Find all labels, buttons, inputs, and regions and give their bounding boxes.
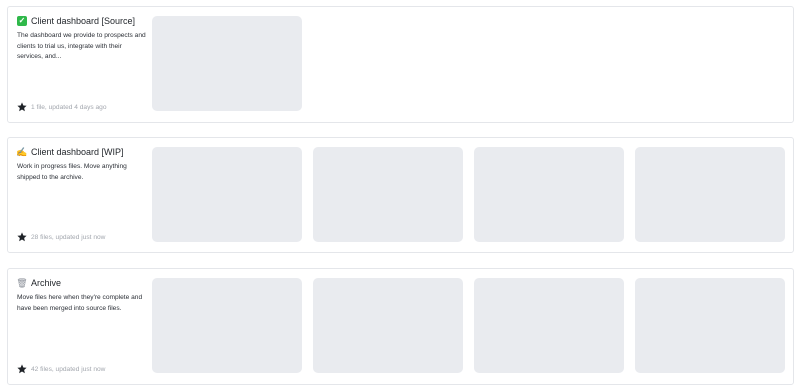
file-thumbnail[interactable] [313, 147, 463, 242]
project-card-archive[interactable]: 🗑 Archive Move files here when they're c… [7, 268, 794, 385]
file-thumbnail[interactable] [152, 16, 302, 111]
file-thumbnail[interactable] [474, 278, 624, 373]
project-info: ✓ Client dashboard [Source] The dashboar… [17, 15, 149, 114]
project-meta: 42 files, updated just now [17, 364, 105, 374]
project-info: ✍ Client dashboard [WIP] Work in progres… [16, 146, 149, 244]
project-title-row[interactable]: 🗑 Archive [16, 277, 149, 289]
star-icon[interactable] [17, 364, 27, 374]
writing-hand-icon: ✍ [16, 146, 28, 157]
project-card-wip[interactable]: ✍ Client dashboard [WIP] Work in progres… [7, 137, 794, 253]
project-description: Work in progress files. Move anything sh… [17, 163, 127, 181]
project-meta-text: 28 files, updated just now [31, 233, 106, 241]
project-meta: 28 files, updated just now [17, 232, 105, 242]
trash-icon: 🗑 [16, 277, 28, 288]
file-thumbnail[interactable] [152, 278, 302, 373]
file-thumbnail[interactable] [152, 147, 302, 242]
file-thumbnail[interactable] [635, 147, 785, 242]
project-title-row[interactable]: ✍ Client dashboard [WIP] [16, 146, 149, 158]
project-card-source[interactable]: ✓ Client dashboard [Source] The dashboar… [7, 6, 794, 123]
project-title[interactable]: Client dashboard [WIP] [31, 147, 124, 157]
check-icon: ✓ [17, 16, 27, 26]
project-description: The dashboard we provide to prospects an… [17, 32, 146, 60]
project-meta-text: 1 file, updated 4 days ago [31, 103, 107, 111]
project-title[interactable]: Archive [31, 278, 61, 288]
project-description: Move files here when they're complete an… [17, 294, 143, 312]
thumbnail-row [152, 147, 785, 242]
thumbnail-row [152, 16, 302, 111]
project-info: 🗑 Archive Move files here when they're c… [16, 277, 149, 376]
project-meta: 1 file, updated 4 days ago [17, 102, 107, 112]
star-icon[interactable] [17, 102, 27, 112]
star-icon[interactable] [17, 232, 27, 242]
thumbnail-row [152, 278, 785, 373]
project-title[interactable]: Client dashboard [Source] [31, 16, 135, 26]
file-thumbnail[interactable] [635, 278, 785, 373]
file-thumbnail[interactable] [313, 278, 463, 373]
project-meta-text: 42 files, updated just now [31, 365, 106, 373]
file-thumbnail[interactable] [474, 147, 624, 242]
project-title-row[interactable]: ✓ Client dashboard [Source] [17, 15, 149, 27]
